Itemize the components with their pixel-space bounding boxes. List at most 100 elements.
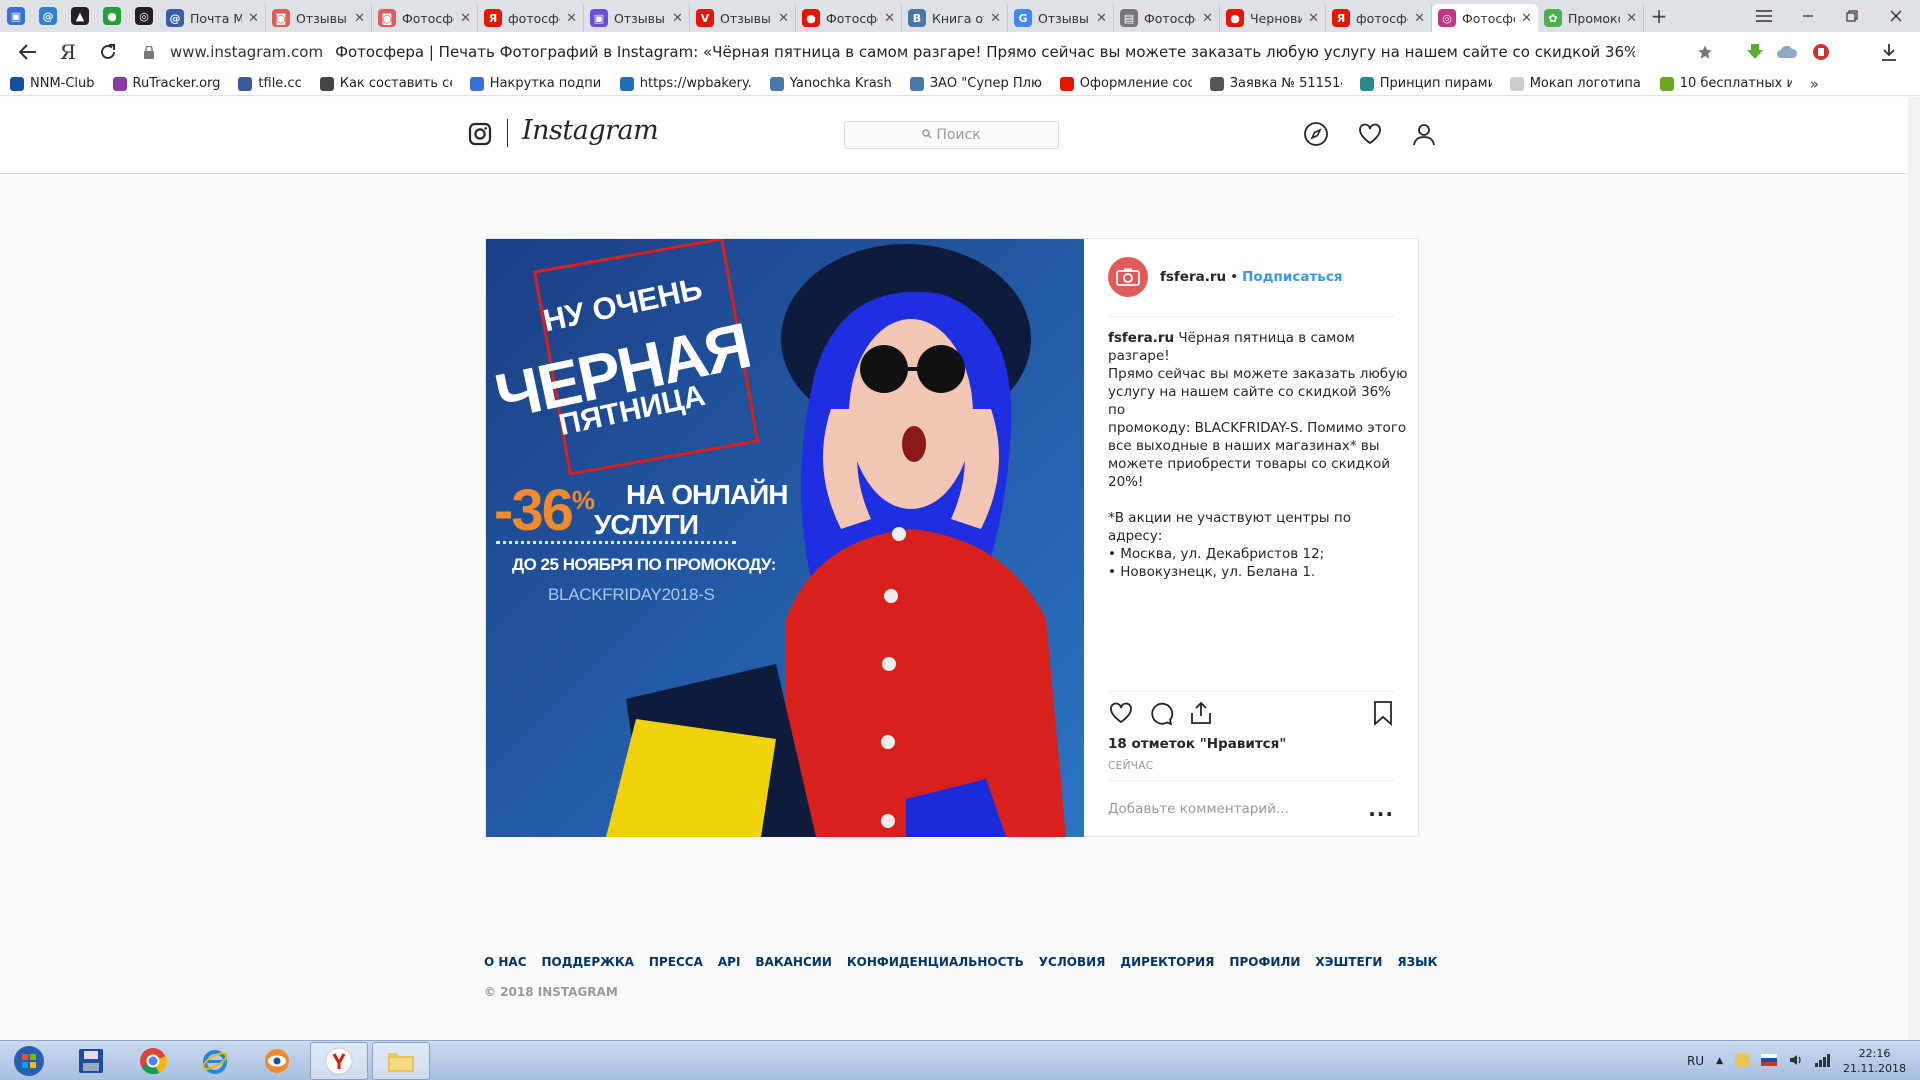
bookmark-item[interactable]: Оформление соо [1059, 76, 1192, 91]
close-tab-icon[interactable]: ✕ [1626, 11, 1637, 26]
bookmark-item[interactable]: Мокап логотипа | [1509, 76, 1642, 91]
save-bookmark-icon[interactable] [1372, 700, 1398, 726]
activity-heart-icon[interactable] [1357, 121, 1383, 147]
close-tab-icon[interactable]: ✕ [1202, 11, 1213, 26]
url-field[interactable]: www.instagram.com Фотосфера | Печать Фот… [138, 36, 1728, 68]
close-tab-icon[interactable]: ✕ [1096, 11, 1107, 26]
bookmark-item[interactable]: Заявка № 511514 [1209, 76, 1342, 91]
post-username[interactable]: fsfera.ru [1160, 269, 1226, 285]
flag-icon[interactable] [1761, 1053, 1778, 1069]
folder-icon[interactable] [372, 1041, 430, 1080]
bookmark-item[interactable]: Принцип пирамид [1359, 76, 1492, 91]
avatar[interactable] [1108, 257, 1148, 297]
footer-link[interactable]: ВАКАНСИИ [755, 955, 831, 969]
post-time[interactable]: СЕЙЧАС [1108, 760, 1153, 772]
language-indicator[interactable]: RU [1687, 1054, 1704, 1068]
tab[interactable]: B Книга от ✕ [902, 4, 1008, 32]
bookmark-item[interactable]: NNM-Club [10, 76, 95, 91]
minimize-icon[interactable] [1786, 0, 1830, 32]
tab[interactable]: Яфотосфе ✕ [1326, 4, 1432, 32]
close-tab-icon[interactable]: ✕ [460, 11, 471, 26]
pinned-tab[interactable]: ▲ [64, 0, 96, 32]
footer-link[interactable]: УСЛОВИЯ [1039, 955, 1106, 969]
tab-active[interactable]: ◎ Фотосфе ✕ [1432, 4, 1538, 32]
tab[interactable]: V Отзывы ✕ [690, 4, 796, 32]
footer-link[interactable]: API [718, 955, 741, 969]
pinned-tab[interactable]: @ [32, 0, 64, 32]
tab[interactable]: @ Почта М ✕ [160, 4, 266, 32]
tab[interactable]: ▤ Фотосфе ✕ [1114, 4, 1220, 32]
close-window-icon[interactable] [1874, 0, 1918, 32]
close-tab-icon[interactable]: ✕ [248, 11, 259, 26]
pinned-tab[interactable]: ● [96, 0, 128, 32]
instagram-wordmark[interactable]: Instagram [522, 115, 659, 146]
tab[interactable]: Яфотосфе ✕ [478, 4, 584, 32]
volume-icon[interactable] [1789, 1053, 1803, 1070]
save-icon[interactable] [62, 1042, 120, 1080]
tab[interactable]: ▣ Отзывы ✕ [584, 4, 690, 32]
bookmark-item[interactable]: https://wpbakery.c [619, 76, 752, 91]
comment-bubble-icon[interactable] [1148, 700, 1174, 726]
footer-link[interactable]: О НАС [484, 955, 527, 969]
back-button[interactable] [8, 34, 48, 70]
start-orb-icon[interactable] [0, 1042, 58, 1080]
bookmark-star-icon[interactable] [1694, 42, 1716, 62]
close-tab-icon[interactable]: ✕ [1414, 11, 1425, 26]
footer-link[interactable]: ЯЗЫК [1397, 955, 1437, 969]
menu-icon[interactable] [1742, 0, 1786, 32]
downloads-icon[interactable] [1878, 42, 1900, 62]
lock-icon[interactable] [138, 45, 160, 59]
profile-icon[interactable] [1411, 121, 1437, 147]
tab[interactable]: ✿ Промоко ✕ [1538, 4, 1644, 32]
close-tab-icon[interactable]: ✕ [1308, 11, 1319, 26]
bookmark-item[interactable]: 10 бесплатных ин [1659, 76, 1792, 91]
bookmark-item[interactable]: ЗАО "Супер Плюс [909, 76, 1042, 91]
tab[interactable]: ◙ Отзывы ✕ [266, 4, 372, 32]
close-tab-icon[interactable]: ✕ [672, 11, 683, 26]
tab[interactable]: ◙ Фотосфе ✕ [372, 4, 478, 32]
restore-icon[interactable] [1830, 0, 1874, 32]
more-options-button[interactable]: ... [1368, 799, 1394, 819]
pinned-tab[interactable]: ▣ [0, 0, 32, 32]
comment-input[interactable] [1108, 800, 1369, 817]
pinned-tab[interactable]: ◎ [128, 0, 160, 32]
footer-link[interactable]: ХЭШТЕГИ [1315, 955, 1382, 969]
show-hidden-icons-icon[interactable]: ▲ [1716, 1056, 1723, 1066]
network-icon[interactable] [1815, 1053, 1831, 1070]
bookmark-item[interactable]: Как составить сем [319, 76, 452, 91]
bookmark-item[interactable]: Yanochka Krash [769, 76, 892, 91]
footer-link[interactable]: ПОДДЕРЖКА [542, 955, 634, 969]
reload-button[interactable] [88, 34, 128, 70]
yandex-icon[interactable]: Я [48, 34, 88, 70]
close-tab-icon[interactable]: ✕ [990, 11, 1001, 26]
footer-link[interactable]: КОНФИДЕНЦИАЛЬНОСТЬ [847, 955, 1024, 969]
likes-count[interactable]: 18 отметок "Нравится" [1108, 736, 1286, 752]
caption-username[interactable]: fsfera.ru [1108, 330, 1174, 346]
tab[interactable]: ● Фотосфе ✕ [796, 4, 902, 32]
tab[interactable]: G Отзывы ✕ [1008, 4, 1114, 32]
bookmarks-more-button[interactable]: » [1810, 75, 1819, 93]
page-scrollbar[interactable] [1908, 97, 1920, 1040]
footer-link[interactable]: ПРЕССА [649, 955, 703, 969]
yandex-browser-icon[interactable] [310, 1041, 368, 1080]
close-tab-icon[interactable]: ✕ [354, 11, 365, 26]
tray-app-icon[interactable] [1735, 1052, 1750, 1070]
close-tab-icon[interactable]: ✕ [1521, 11, 1532, 26]
close-tab-icon[interactable]: ✕ [778, 11, 789, 26]
close-tab-icon[interactable]: ✕ [566, 11, 577, 26]
share-icon[interactable] [1188, 700, 1214, 726]
bookmark-item[interactable]: Накрутка подписч [469, 76, 602, 91]
instagram-logo-icon[interactable] [468, 122, 492, 146]
ie-icon[interactable] [186, 1042, 244, 1080]
explore-compass-icon[interactable] [1303, 121, 1329, 147]
bookmark-item[interactable]: RuTracker.org [112, 76, 220, 91]
bookmark-item[interactable]: tfile.cc [238, 76, 302, 91]
chrome-icon[interactable] [124, 1042, 182, 1080]
adblock-icon[interactable] [1810, 42, 1832, 62]
eye-icon[interactable] [248, 1042, 306, 1080]
cloud-extension-icon[interactable] [1776, 42, 1798, 62]
search-input[interactable]: Поиск [844, 121, 1059, 149]
tab[interactable]: ● Черновик ✕ [1220, 4, 1326, 32]
new-tab-button[interactable]: + [1644, 1, 1674, 31]
post-image[interactable]: НУ ОЧЕНЬ ЧЕРНАЯ ПЯТНИЦА -36 % НА ОНЛАЙН … [486, 239, 1084, 837]
